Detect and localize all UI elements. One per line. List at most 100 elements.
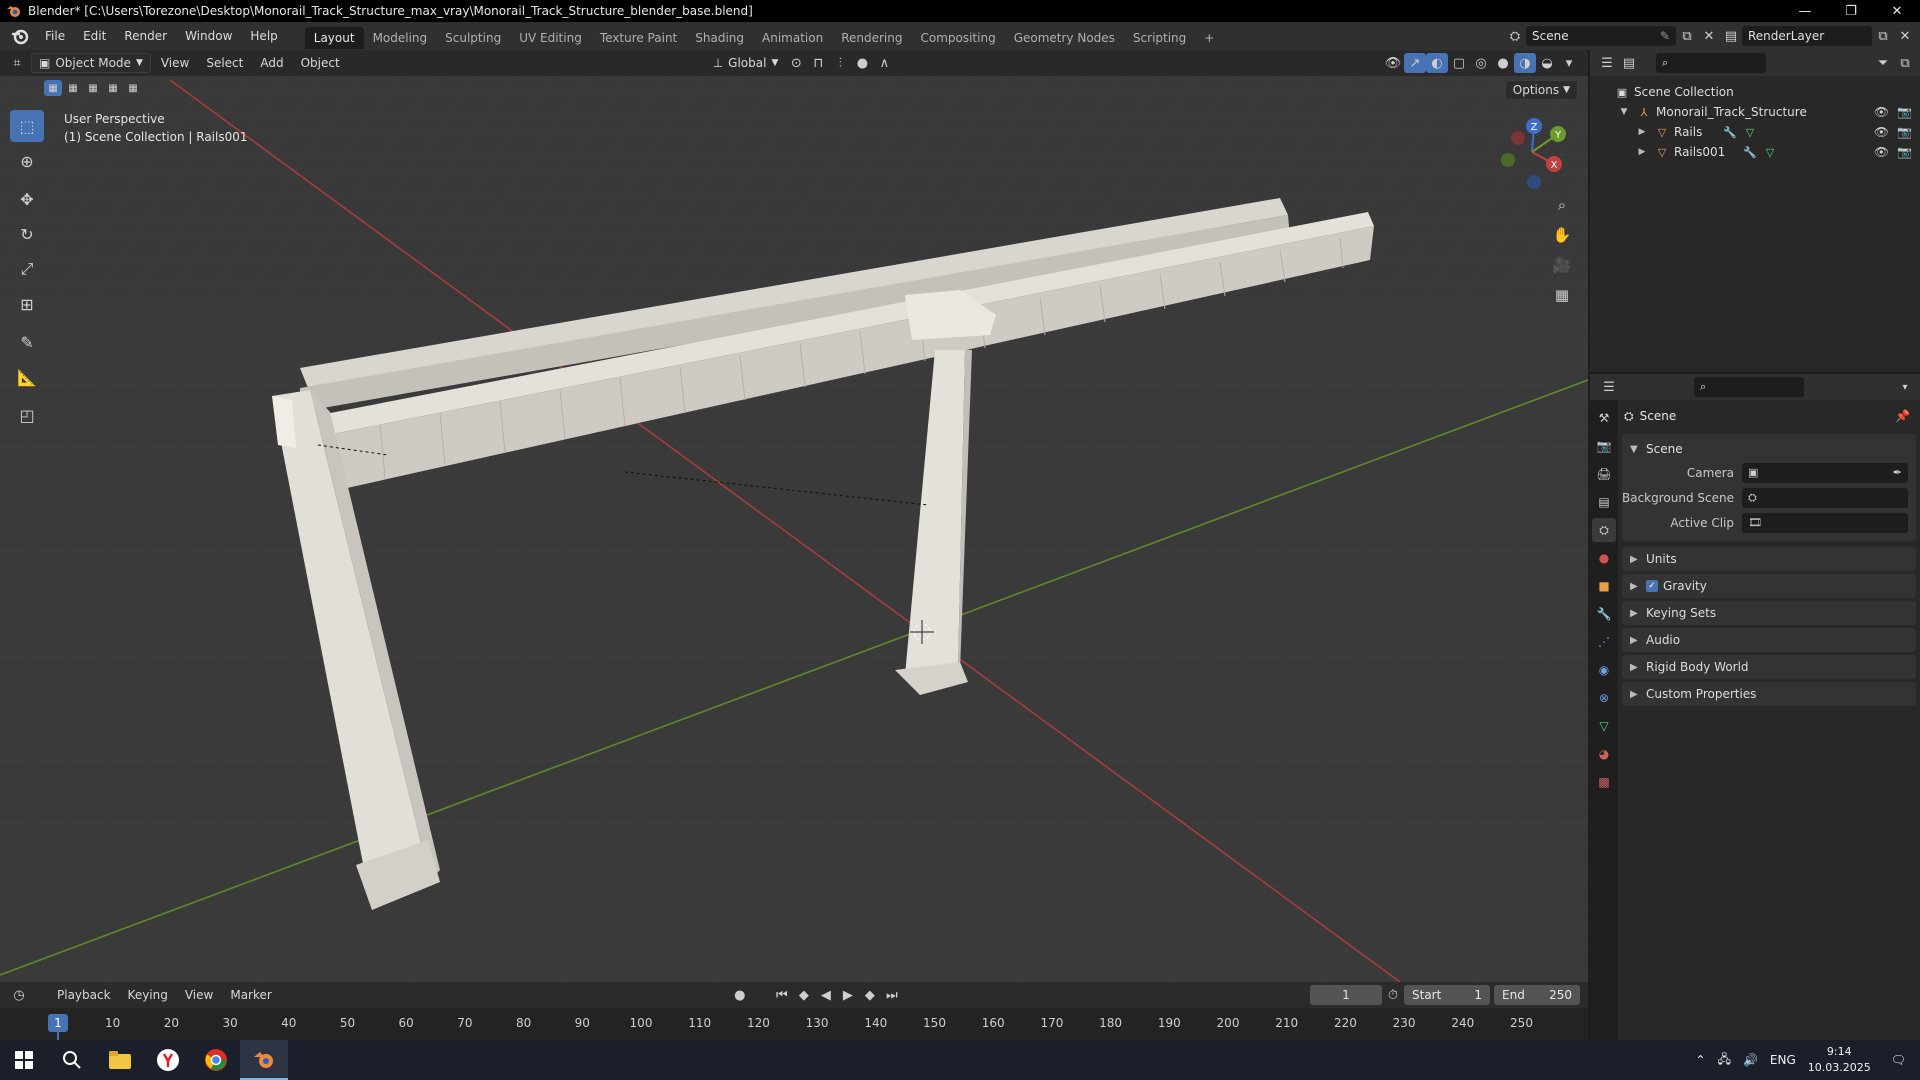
expand-arrow-icon[interactable]: ▶ xyxy=(1634,145,1650,159)
shading-options-icon[interactable]: ▾ xyxy=(1558,53,1580,73)
measure-tool[interactable]: 📐 xyxy=(10,361,44,393)
outliner-row-rails[interactable]: ▶ ▽ Rails 🔧 ▽ 👁 📷 xyxy=(1590,122,1920,142)
jump-end-icon[interactable]: ⏭ xyxy=(881,985,903,1005)
current-frame-indicator[interactable]: 1 xyxy=(48,1014,68,1032)
search-icon[interactable] xyxy=(48,1040,96,1080)
workspace-tab-sculpting[interactable]: Sculpting xyxy=(436,27,510,49)
gizmo-toggle-icon[interactable]: ↗ xyxy=(1404,53,1426,73)
options-dropdown[interactable]: Options ▼ xyxy=(1504,80,1578,100)
workspace-tab-geometry-nodes[interactable]: Geometry Nodes xyxy=(1005,27,1124,49)
current-frame-field[interactable]: 1 xyxy=(1310,985,1382,1005)
record-icon[interactable]: ● xyxy=(729,985,751,1005)
move-tool[interactable]: ✥ xyxy=(10,183,44,215)
camera-icon[interactable]: 📷 xyxy=(1897,145,1912,159)
camera-view-icon[interactable]: 🎥 xyxy=(1548,251,1576,279)
transform-orientation-dropdown[interactable]: ⊥ Global ▼ xyxy=(706,53,786,73)
zoom-icon[interactable]: ⌕ xyxy=(1548,191,1576,219)
windows-start-icon[interactable] xyxy=(0,1040,48,1080)
notification-icon[interactable]: 🗨 xyxy=(1891,1053,1906,1067)
constraints-tab-icon[interactable]: ⊗ xyxy=(1592,686,1616,710)
material-shading-icon[interactable]: ◑ xyxy=(1514,53,1536,73)
expand-arrow-icon[interactable]: ▶ xyxy=(1634,125,1650,139)
workspace-tab-shading[interactable]: Shading xyxy=(686,27,753,49)
editor-type-icon[interactable]: ⌗ xyxy=(6,53,28,73)
view-layer-icon[interactable]: ▤ xyxy=(1720,26,1742,46)
falloff-icon[interactable]: ∧ xyxy=(873,53,895,73)
wireframe-shading-icon[interactable]: ◎ xyxy=(1470,53,1492,73)
snap-target-icon[interactable]: ⫶ xyxy=(829,53,851,73)
workspace-tab-rendering[interactable]: Rendering xyxy=(832,27,911,49)
modifier-tab-icon[interactable]: 🔧 xyxy=(1592,602,1616,626)
outliner-row-rails001[interactable]: ▶ ▽ Rails001 🔧 ▽ 👁 📷 xyxy=(1590,142,1920,162)
clock[interactable]: 9:14 10.03.2025 xyxy=(1808,1044,1871,1076)
delete-scene-icon[interactable]: ✕ xyxy=(1698,26,1720,46)
rendered-shading-icon[interactable]: ◒ xyxy=(1536,53,1558,73)
rotate-tool[interactable]: ↻ xyxy=(10,218,44,250)
select-box-tool[interactable]: ⬚ xyxy=(10,110,44,142)
perspective-toggle-icon[interactable]: ▦ xyxy=(1548,281,1576,309)
timeline-menu-view[interactable]: View xyxy=(178,985,220,1005)
solid-shading-icon[interactable]: ● xyxy=(1492,53,1514,73)
close-button[interactable]: ✕ xyxy=(1874,0,1920,22)
scene-selector[interactable]: Scene ✎ xyxy=(1526,26,1676,46)
rigid-body-world-panel[interactable]: ▶ Rigid Body World xyxy=(1622,655,1916,679)
gravity-checkbox[interactable]: ✓ xyxy=(1646,580,1658,592)
add-cube-tool[interactable]: ◰ xyxy=(10,399,44,431)
filter-icon[interactable]: ⏷ xyxy=(1872,53,1894,73)
start-frame-field[interactable]: Start 1 xyxy=(1404,985,1490,1005)
eye-icon[interactable]: 👁 xyxy=(1874,105,1889,119)
maximize-button[interactable]: ❐ xyxy=(1828,0,1874,22)
keying-sets-panel[interactable]: ▶ Keying Sets xyxy=(1622,601,1916,625)
blender-taskbar-icon[interactable] xyxy=(240,1040,288,1080)
prev-keyframe-icon[interactable]: ◆ xyxy=(793,985,815,1005)
outliner-search-input[interactable]: ⌕ xyxy=(1656,53,1766,73)
physics-tab-icon[interactable]: ◉ xyxy=(1592,658,1616,682)
snap-icon[interactable]: ⊓ xyxy=(807,53,829,73)
workspace-tab-compositing[interactable]: Compositing xyxy=(911,27,1004,49)
viewport-menu-view[interactable]: View xyxy=(154,53,196,73)
menu-window[interactable]: Window xyxy=(176,24,241,48)
workspace-tab-modeling[interactable]: Modeling xyxy=(364,27,437,49)
3d-viewport[interactable]: ⌗ ▣ Object Mode ▼ View Select Add Object… xyxy=(0,50,1588,982)
pin-icon[interactable]: 📌 xyxy=(1895,409,1910,423)
chevron-down-icon[interactable]: ▾ xyxy=(1894,377,1916,397)
custom-properties-panel[interactable]: ▶ Custom Properties xyxy=(1622,682,1916,706)
play-icon[interactable]: ▶ xyxy=(837,985,859,1005)
select-subtract-icon[interactable]: ▦ xyxy=(84,80,102,96)
workspace-tab-scripting[interactable]: Scripting xyxy=(1124,27,1195,49)
new-view-layer-icon[interactable]: ⧉ xyxy=(1872,26,1894,46)
pan-hand-icon[interactable]: ✋ xyxy=(1548,221,1576,249)
audio-panel[interactable]: ▶ Audio xyxy=(1622,628,1916,652)
proportional-edit-icon[interactable]: ● xyxy=(851,53,873,73)
eye-icon[interactable]: 👁 xyxy=(1874,145,1889,159)
volume-icon[interactable]: 🔊 xyxy=(1743,1053,1758,1067)
preview-range-icon[interactable]: ⏱ xyxy=(1382,985,1404,1005)
select-intersect-icon[interactable]: ▦ xyxy=(124,80,142,96)
material-tab-icon[interactable]: ◕ xyxy=(1592,742,1616,766)
timeline-menu-keying[interactable]: Keying xyxy=(121,985,175,1005)
viewport-menu-add[interactable]: Add xyxy=(253,53,290,73)
camera-icon[interactable]: 📷 xyxy=(1897,125,1912,139)
xray-icon[interactable]: ▢ xyxy=(1448,53,1470,73)
data-tab-icon[interactable]: ▽ xyxy=(1592,714,1616,738)
render-tab-icon[interactable]: 📷 xyxy=(1592,434,1616,458)
add-workspace-button[interactable]: + xyxy=(1195,27,1223,49)
scale-tool[interactable]: ⤢ xyxy=(10,253,44,285)
annotate-tool[interactable]: ✎ xyxy=(10,326,44,358)
menu-file[interactable]: File xyxy=(36,24,74,48)
scene-type-icon[interactable]: ⛭ xyxy=(1504,26,1526,46)
yandex-browser-icon[interactable] xyxy=(144,1040,192,1080)
gizmo-neg-y-axis[interactable] xyxy=(1501,153,1515,167)
units-panel[interactable]: ▶ Units xyxy=(1622,547,1916,571)
camera-field[interactable]: ▣ ✒ xyxy=(1742,462,1908,483)
view-layer-selector[interactable]: RenderLayer xyxy=(1742,26,1872,46)
timeline-ruler[interactable]: 1 10 20 30 40 50 60 70 80 90 100 110 120 130 140 150 160… xyxy=(0,1008,1588,1042)
viewport-menu-select[interactable]: Select xyxy=(199,53,250,73)
properties-search-input[interactable]: ⌕ xyxy=(1694,377,1804,397)
next-keyframe-icon[interactable]: ◆ xyxy=(859,985,881,1005)
workspace-tab-animation[interactable]: Animation xyxy=(753,27,832,49)
menu-render[interactable]: Render xyxy=(115,24,176,48)
expand-arrow-icon[interactable]: ▼ xyxy=(1616,105,1632,119)
workspace-tab-uv-editing[interactable]: UV Editing xyxy=(510,27,591,49)
chrome-icon[interactable] xyxy=(192,1040,240,1080)
